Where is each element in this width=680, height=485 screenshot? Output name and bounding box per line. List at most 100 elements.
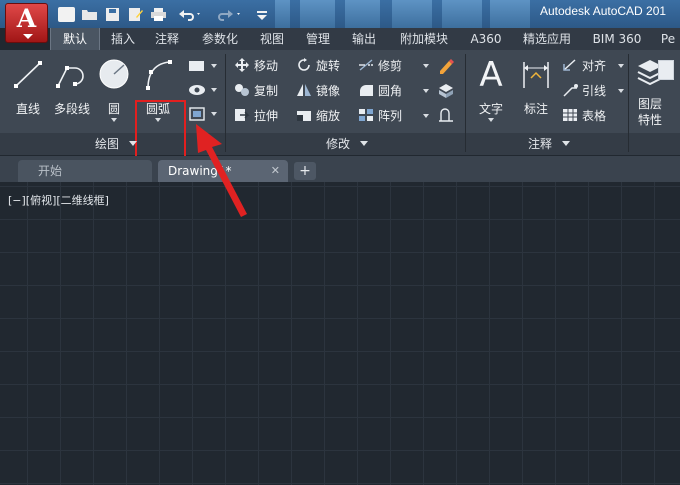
dimension-icon <box>523 62 549 88</box>
chevron-down-icon <box>423 89 429 93</box>
viewport-controls[interactable]: [−][俯视][二维线框] <box>8 192 109 208</box>
tab-a360[interactable]: A360 <box>464 28 508 50</box>
layer-properties-tool[interactable]: 图层 特性 <box>634 56 680 130</box>
tab-drawing1[interactable]: Drawing1* ✕ <box>158 160 288 182</box>
drawing-canvas[interactable]: [−][俯视][二维线框] <box>0 182 680 485</box>
chevron-down-icon <box>618 89 624 93</box>
trim-tool[interactable]: 修剪 <box>358 56 429 76</box>
draw-panel-title[interactable]: 绘图 <box>95 135 137 153</box>
tab-start[interactable]: 开始 <box>18 160 152 182</box>
tab-manage[interactable]: 管理 <box>299 28 337 50</box>
desktop-strip <box>300 0 335 28</box>
desktop-strip <box>392 0 432 28</box>
chevron-down-icon <box>488 118 494 122</box>
arc-icon <box>146 60 172 90</box>
polyline-icon <box>56 66 84 88</box>
rectangle-tool[interactable] <box>188 58 218 76</box>
table-icon <box>563 109 577 121</box>
desktop-strip <box>275 0 290 28</box>
ribbon: 直线 多段线 圆 圆弧 绘图 移动 旋转 修剪 复制 镜像 圆角 拉伸 缩放 阵… <box>0 50 680 169</box>
new-icon[interactable] <box>58 7 75 22</box>
saveas-icon[interactable] <box>127 7 144 22</box>
boundary-tool[interactable] <box>188 106 218 124</box>
align-tool[interactable]: 对齐 <box>562 56 624 76</box>
tab-output[interactable]: 输出 <box>345 28 383 50</box>
save-icon[interactable] <box>104 7 121 22</box>
customize-icon[interactable] <box>254 7 270 22</box>
desktop-strip <box>490 0 530 28</box>
redo-icon[interactable] <box>216 7 244 22</box>
circle-tool[interactable]: 圆 <box>93 56 135 130</box>
panel-divider <box>465 54 466 152</box>
scale-icon <box>297 111 311 121</box>
autocad-window: { "app": { "title": "Autodesk AutoCAD 20… <box>0 0 680 485</box>
tab-featured-apps[interactable]: 精选应用 <box>516 28 578 50</box>
chevron-down-icon <box>211 112 217 116</box>
mirror-tool[interactable]: 镜像 <box>296 81 340 101</box>
modify-panel-title[interactable]: 修改 <box>326 135 368 153</box>
array-tool[interactable]: 阵列 <box>358 106 429 126</box>
chevron-down-icon <box>211 64 217 68</box>
open-icon[interactable] <box>81 7 98 22</box>
tab-performance[interactable]: Pe <box>656 28 680 50</box>
close-icon[interactable]: ✕ <box>271 160 280 182</box>
line-tool[interactable]: 直线 <box>7 56 49 130</box>
move-icon <box>235 58 249 72</box>
tab-parametric[interactable]: 参数化 <box>194 28 246 50</box>
chevron-down-icon <box>618 64 624 68</box>
offset-icon <box>439 108 453 122</box>
layer-list-icon <box>658 60 674 80</box>
text-tool[interactable]: A 文字 <box>470 56 512 130</box>
explode-icon <box>439 84 453 98</box>
mirror-icon <box>297 84 311 96</box>
panel-divider <box>225 54 226 152</box>
tab-annotate[interactable]: 注释 <box>148 28 186 50</box>
rotate-tool[interactable]: 旋转 <box>296 56 340 76</box>
leader-icon <box>563 84 578 97</box>
align-icon <box>563 59 576 71</box>
file-tab-bar: 开始 Drawing1* ✕ + <box>0 156 680 182</box>
tab-bim360[interactable]: BIM 360 <box>587 28 647 50</box>
copy-tool[interactable]: 复制 <box>234 81 278 101</box>
chevron-down-icon <box>23 34 33 39</box>
chevron-down-icon <box>561 141 570 146</box>
hatch-icon <box>189 85 205 95</box>
chevron-down-icon <box>423 64 429 68</box>
hatch-tool[interactable] <box>188 82 218 100</box>
array-icon <box>359 109 373 121</box>
offset-tool[interactable] <box>437 107 457 125</box>
boundary-icon <box>189 107 205 121</box>
tab-insert[interactable]: 插入 <box>104 28 142 50</box>
erase-tool[interactable] <box>437 58 457 76</box>
fillet-icon <box>360 85 373 96</box>
desktop-strip <box>442 0 482 28</box>
new-tab-button[interactable]: + <box>294 162 316 180</box>
tab-addins[interactable]: 附加模块 <box>393 28 455 50</box>
chevron-down-icon <box>423 114 429 118</box>
ribbon-tab-bar: 默认 插入 注释 参数化 视图 管理 输出 附加模块 A360 精选应用 BIM… <box>50 28 680 50</box>
scale-tool[interactable]: 缩放 <box>296 106 340 126</box>
chevron-down-icon <box>359 141 368 146</box>
explode-tool[interactable] <box>437 82 457 100</box>
dimension-tool[interactable]: 标注 <box>515 56 557 130</box>
desktop-strip <box>345 0 380 28</box>
print-icon[interactable] <box>150 7 167 22</box>
tab-view[interactable]: 视图 <box>253 28 291 50</box>
copy-icon <box>235 84 249 96</box>
rectangle-icon <box>189 61 204 71</box>
leader-tool[interactable]: 引线 <box>562 81 624 101</box>
tab-default[interactable]: 默认 <box>50 28 100 50</box>
polyline-tool[interactable]: 多段线 <box>50 56 94 130</box>
annotation-panel-title[interactable]: 注释 <box>528 135 570 153</box>
fillet-tool[interactable]: 圆角 <box>358 81 429 101</box>
autocad-logo-icon: A <box>16 4 37 33</box>
application-menu-button[interactable]: A <box>5 3 48 43</box>
move-tool[interactable]: 移动 <box>234 56 278 76</box>
window-title: Autodesk AutoCAD 201 <box>540 4 667 18</box>
table-tool[interactable]: 表格 <box>562 106 606 126</box>
circle-icon <box>99 59 129 89</box>
pencil-icon <box>440 59 454 74</box>
undo-icon[interactable] <box>176 7 204 22</box>
title-bar: Autodesk AutoCAD 201 <box>0 0 680 28</box>
stretch-tool[interactable]: 拉伸 <box>234 106 278 126</box>
